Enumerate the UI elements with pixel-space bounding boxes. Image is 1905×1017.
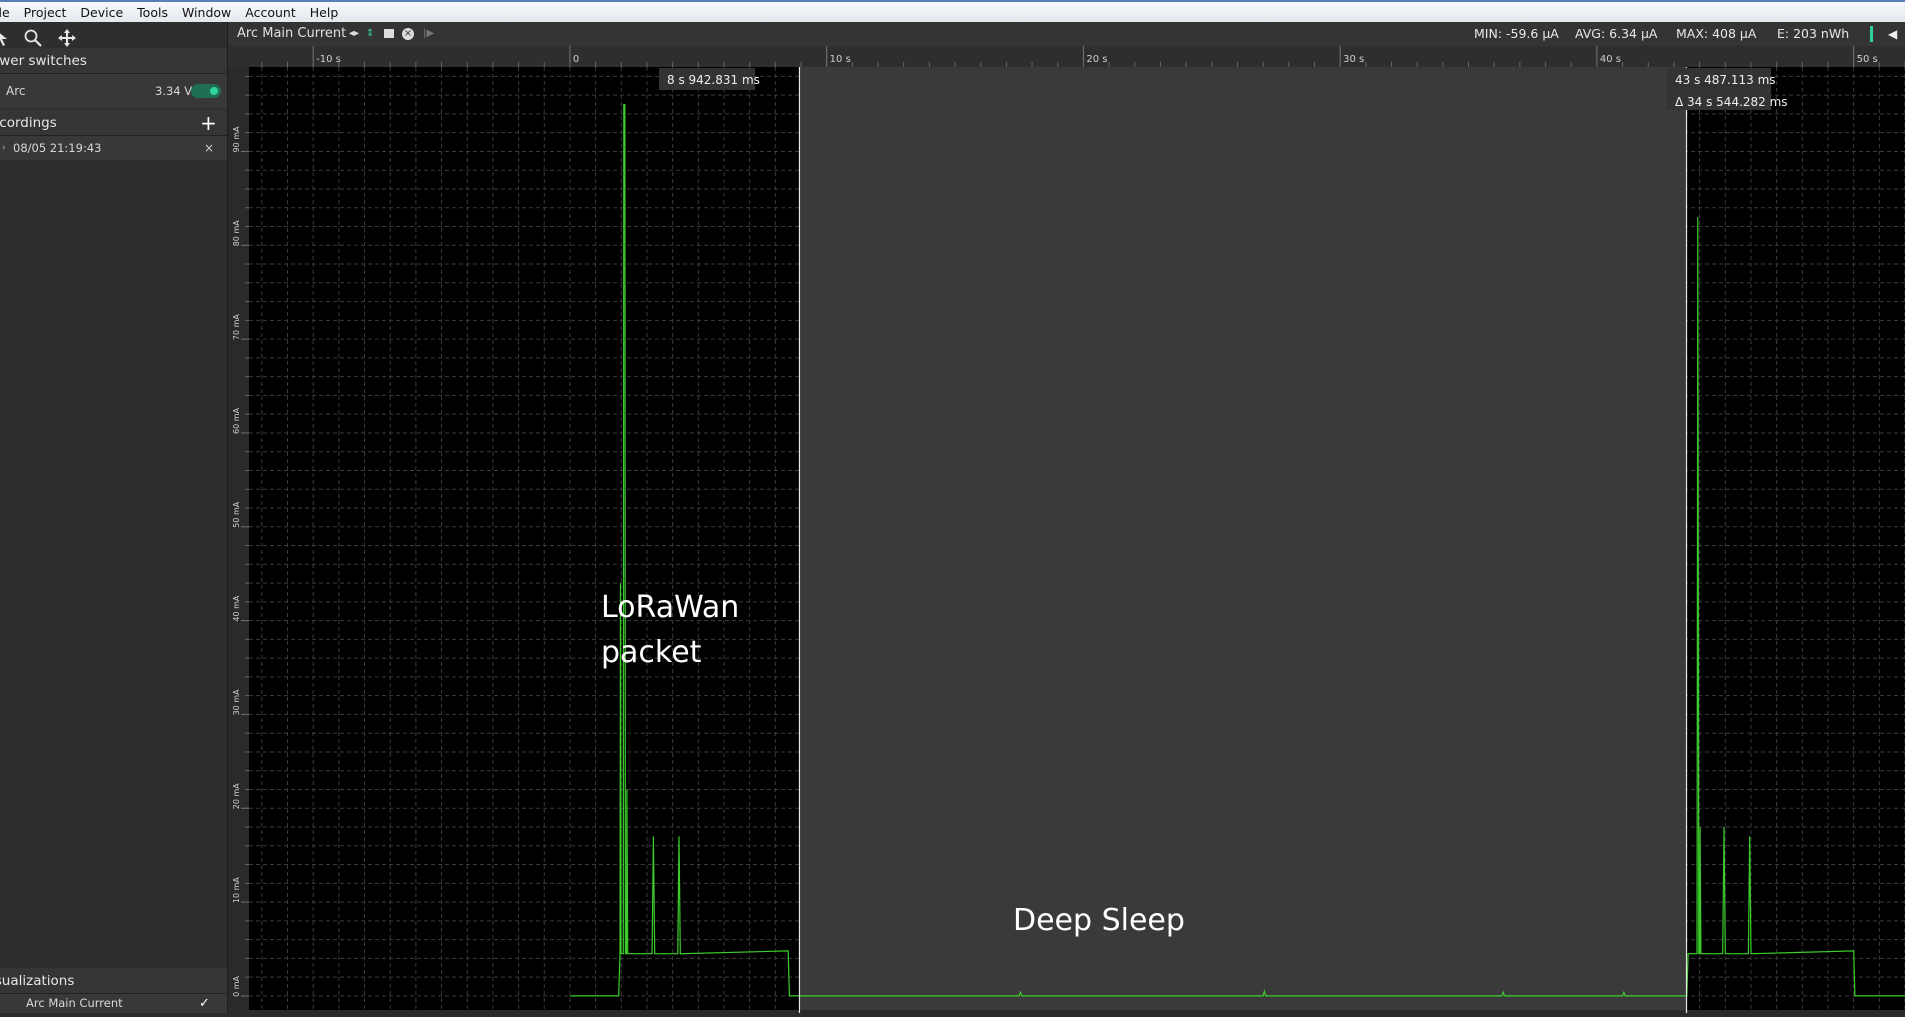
- power-switches-title: ower switches: [0, 53, 87, 69]
- menu-tools[interactable]: Tools: [130, 5, 175, 20]
- menu-window[interactable]: Window: [175, 5, 238, 20]
- plot-toolbar: Arc Main Current ◂▸ ⇕ × |▶ MIN: -59.6 µA…: [228, 22, 1905, 46]
- add-recording-button[interactable]: +: [200, 110, 217, 136]
- visualization-name: Arc Main Current: [26, 996, 123, 1010]
- plot-area[interactable]: -10 s 0 10 s 20 s 30 s 40 s 50 s 0 mA 10 mA 20 m…: [228, 46, 1905, 1013]
- zoom-icon[interactable]: [23, 28, 43, 48]
- stat-avg: AVG: 6.34 µA: [1575, 26, 1658, 41]
- recording-name: 08/05 21:19:43: [13, 141, 102, 155]
- stat-min: MIN: -59.6 µA: [1474, 26, 1559, 41]
- cursor-b-label: 43 s 487.113 ms: [1675, 73, 1776, 87]
- collapse-panel-icon[interactable]: ◀: [1888, 22, 1897, 46]
- y-tick-label: 90 mA: [232, 126, 241, 153]
- cursor-a-label: 8 s 942.831 ms: [667, 73, 760, 87]
- play-icon[interactable]: |▶: [423, 22, 434, 46]
- menu-project[interactable]: Project: [17, 5, 74, 20]
- y-tick-label: 80 mA: [232, 220, 241, 247]
- power-toggle[interactable]: [191, 84, 221, 98]
- power-switch-voltage: 3.34 V: [155, 84, 193, 98]
- x-tick-label: 10 s: [830, 54, 851, 65]
- annotation-packet: packet: [601, 635, 702, 670]
- expand-icon[interactable]: ›: [2, 136, 6, 160]
- current-chart[interactable]: -10 s 0 10 s 20 s 30 s 40 s 50 s 0 mA 10 mA 20 m…: [228, 46, 1905, 1013]
- expand-vertical-icon[interactable]: ⇕: [366, 22, 374, 46]
- stat-max: MAX: 408 µA: [1676, 26, 1757, 41]
- y-axis-bar: [228, 67, 249, 1013]
- expand-horizontal-icon[interactable]: ◂▸: [349, 22, 359, 46]
- split-view-icon[interactable]: [384, 29, 394, 38]
- recording-item[interactable]: › 08/05 21:19:43 ×: [0, 136, 227, 160]
- menu-account[interactable]: Account: [238, 5, 302, 20]
- close-icon[interactable]: ×: [204, 136, 214, 160]
- x-tick-label: 0: [573, 54, 579, 65]
- accent-bar: [1870, 26, 1873, 42]
- channel-title: Arc Main Current: [237, 26, 347, 41]
- power-switch-row: Arc 3.34 V: [0, 74, 227, 108]
- y-tick-label: 40 mA: [232, 595, 241, 622]
- selection-region: [799, 67, 1687, 1010]
- y-tick-label: 50 mA: [232, 501, 241, 528]
- pan-icon[interactable]: [57, 28, 77, 48]
- y-tick-label: 10 mA: [232, 877, 241, 904]
- checkmark-icon[interactable]: ✓: [199, 994, 210, 1013]
- recordings-title: ecordings: [0, 115, 57, 131]
- visualization-item[interactable]: Arc Main Current ✓: [0, 994, 227, 1013]
- y-tick-label: 0 mA: [232, 975, 241, 996]
- menu-file[interactable]: ile: [0, 5, 17, 20]
- x-tick-label: -10 s: [316, 54, 341, 65]
- sidebar: ower switches Arc 3.34 V ecordings + › 0…: [0, 22, 228, 1013]
- menu-bar: ile Project Device Tools Window Account …: [0, 0, 1905, 22]
- power-switches-header: ower switches: [0, 48, 227, 74]
- pointer-icon[interactable]: [0, 28, 14, 48]
- visualizations-title: isualizations: [0, 973, 75, 989]
- stat-energy: E: 203 nWh: [1777, 26, 1850, 41]
- x-tick-label: 20 s: [1086, 54, 1107, 65]
- x-tick-label: 50 s: [1857, 54, 1878, 65]
- x-tick-label: 40 s: [1600, 54, 1621, 65]
- power-switch-name: Arc: [6, 84, 26, 98]
- clear-icon[interactable]: ×: [402, 28, 414, 40]
- y-tick-label: 70 mA: [232, 314, 241, 341]
- x-tick-label: 30 s: [1343, 54, 1364, 65]
- time-ruler: [228, 46, 1905, 67]
- annotation-deep-sleep: Deep Sleep: [1013, 903, 1185, 938]
- tool-strip: [0, 26, 227, 50]
- visualizations-header: isualizations: [0, 968, 227, 994]
- delta-label: Δ 34 s 544.282 ms: [1675, 95, 1788, 109]
- menu-help[interactable]: Help: [303, 5, 346, 20]
- annotation-lorawan: LoRaWan: [601, 590, 739, 625]
- y-tick-label: 60 mA: [232, 407, 241, 434]
- recordings-header: ecordings +: [0, 110, 227, 136]
- menu-device[interactable]: Device: [73, 5, 130, 20]
- y-tick-label: 30 mA: [232, 689, 241, 716]
- y-tick-label: 20 mA: [232, 783, 241, 810]
